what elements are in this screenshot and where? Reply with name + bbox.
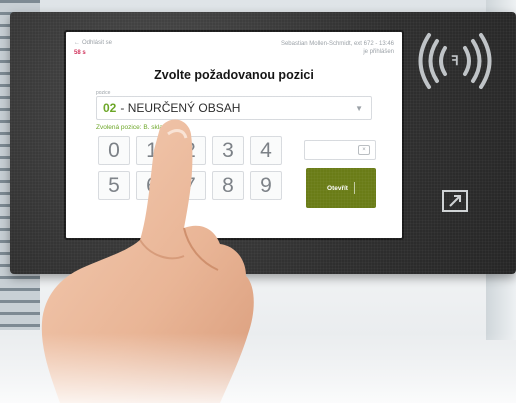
access-terminal: ← Odhlásit se 58 s Sebastian Mollen-Schmi… <box>10 12 516 274</box>
page-title: Zvolte požadovanou pozici <box>154 68 314 82</box>
key-2[interactable]: 2 <box>174 136 206 165</box>
open-button-label: Otevřít <box>327 184 348 192</box>
key-1[interactable]: 1 <box>136 136 168 165</box>
open-button[interactable]: Otevřít <box>306 168 376 208</box>
user-info: Sebastian Mollen-Schmidt, ext 672 - 13:4… <box>194 40 394 56</box>
bottom-fade <box>0 333 516 403</box>
key-9[interactable]: 9 <box>250 171 282 200</box>
key-0[interactable]: 0 <box>98 136 130 165</box>
position-hint: Zvolená pozice: B. sklad <box>96 124 167 131</box>
arrow-left-icon: ← <box>74 40 80 46</box>
chevron-down-icon: ▼ <box>355 103 363 113</box>
contactless-nfc-icon: ꟻ <box>418 33 492 89</box>
key-5[interactable]: 5 <box>98 171 130 200</box>
screen-header: ← Odhlásit se 58 s Sebastian Mollen-Schmi… <box>74 40 394 60</box>
position-select[interactable]: 02 - NEURČENÝ OBSAH ▼ <box>96 96 372 120</box>
position-code: 02 <box>103 101 117 115</box>
photo-scene: ← Odhlásit se 58 s Sebastian Mollen-Schmi… <box>0 0 516 403</box>
numeric-keypad: 0 1 2 3 4 5 6 7 8 9 <box>98 136 282 200</box>
user-status: je přihlášen <box>363 49 394 55</box>
key-7[interactable]: 7 <box>174 171 206 200</box>
key-8[interactable]: 8 <box>212 171 244 200</box>
backspace-icon[interactable]: × <box>358 145 370 155</box>
touch-screen: ← Odhlásit se 58 s Sebastian Mollen-Schmi… <box>64 30 404 240</box>
code-input[interactable]: × <box>304 140 376 160</box>
logout-link[interactable]: ← Odhlásit se <box>74 40 112 46</box>
svg-text:ꟻ: ꟻ <box>451 53 458 68</box>
card-slot-icon <box>442 190 468 212</box>
key-3[interactable]: 3 <box>212 136 244 165</box>
logout-label: Odhlásit se <box>82 40 113 46</box>
position-text: - NEURČENÝ OBSAH <box>120 101 241 115</box>
key-4[interactable]: 4 <box>250 136 282 165</box>
button-divider <box>353 182 355 194</box>
key-6[interactable]: 6 <box>136 171 168 200</box>
user-line: Sebastian Mollen-Schmidt, ext 672 - 13:4… <box>280 41 394 47</box>
position-field-label: pozice <box>96 90 111 96</box>
idle-timer: 58 s <box>74 50 86 56</box>
